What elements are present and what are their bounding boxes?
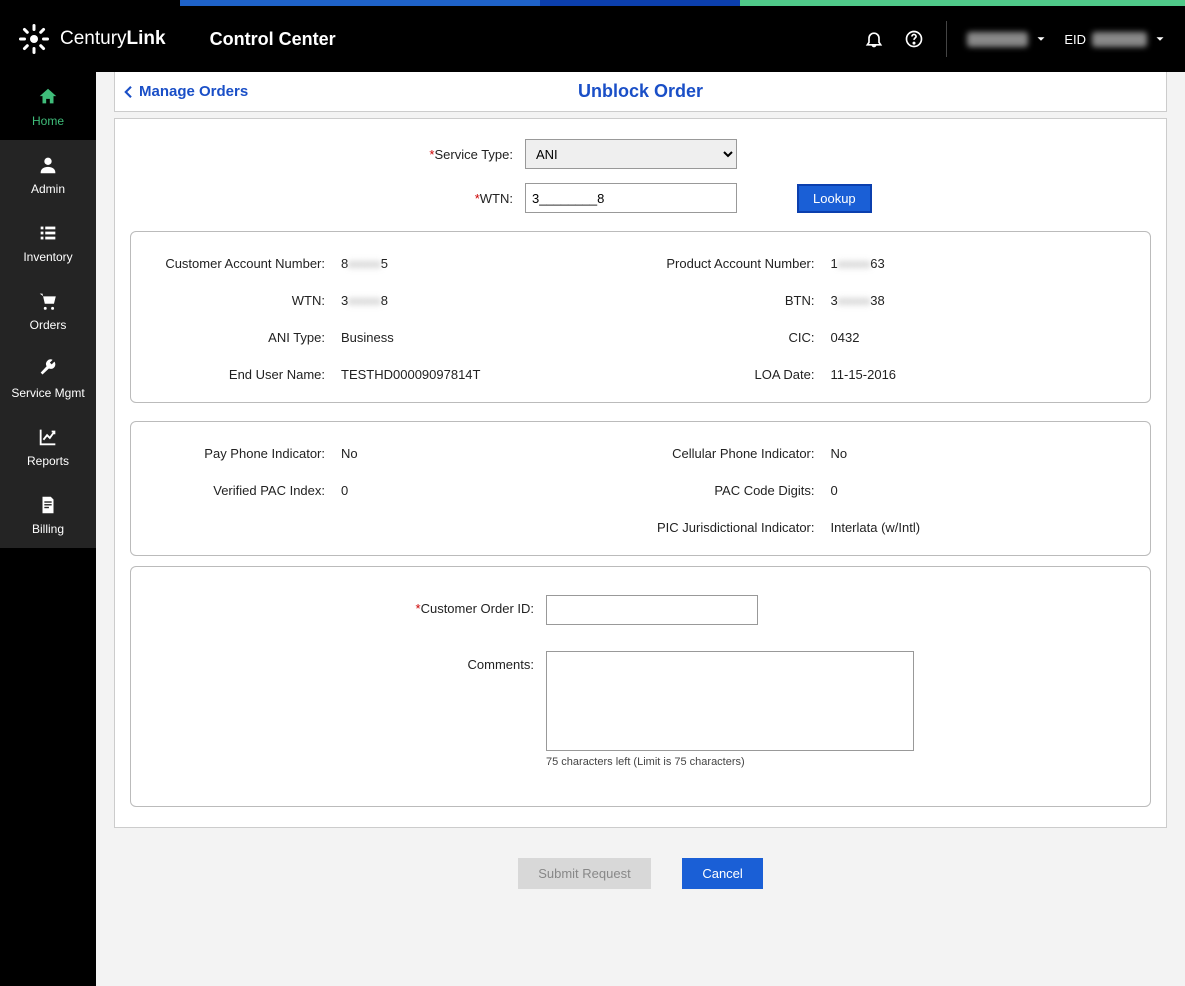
- info-label: Verified PAC Index:: [151, 483, 341, 498]
- sidebar-item-billing[interactable]: Billing: [0, 480, 96, 548]
- info-value: No: [341, 446, 358, 461]
- eid-menu[interactable]: EID xxxxxx: [1064, 32, 1167, 47]
- notifications-button[interactable]: [862, 27, 886, 51]
- centurylink-logo-icon: [18, 23, 50, 55]
- info-value: 0432: [831, 330, 860, 345]
- chevron-down-icon: [1034, 32, 1048, 46]
- comments-textarea[interactable]: [546, 651, 914, 751]
- chevron-down-icon: [1153, 32, 1167, 46]
- sidebar-item-admin[interactable]: Admin: [0, 140, 96, 208]
- info-label: End User Name:: [151, 367, 341, 382]
- chevron-left-icon: [119, 81, 137, 103]
- document-icon: [37, 494, 59, 516]
- user-icon: [37, 154, 59, 176]
- info-value: 0: [341, 483, 348, 498]
- comments-hint: 75 characters left (Limit is 75 characte…: [546, 756, 914, 768]
- info-label: WTN:: [151, 293, 341, 308]
- eid-label: EID: [1064, 32, 1086, 47]
- brand-text-thin: Century: [60, 28, 127, 49]
- service-type-label: *Service Type:: [130, 147, 525, 162]
- sidebar-item-label: Reports: [27, 454, 69, 468]
- page-title: Unblock Order: [115, 81, 1166, 102]
- info-value: Business: [341, 330, 394, 345]
- list-icon: [37, 222, 59, 244]
- sidebar-item-label: Orders: [30, 318, 67, 332]
- chart-icon: [37, 426, 59, 448]
- info-label: PIC Jurisdictional Indicator:: [641, 520, 831, 535]
- info-label: Pay Phone Indicator:: [151, 446, 341, 461]
- sidebar-item-reports[interactable]: Reports: [0, 412, 96, 480]
- brand: CenturyLink: [18, 23, 166, 55]
- wtn-label: *WTN:: [130, 191, 525, 206]
- help-button[interactable]: [902, 27, 926, 51]
- page-header: Manage Orders Unblock Order: [114, 72, 1167, 112]
- info-value: 0: [831, 483, 838, 498]
- sidebar-item-label: Admin: [31, 182, 65, 196]
- sidebar-item-label: Inventory: [23, 250, 72, 264]
- sidebar-item-label: Billing: [32, 522, 64, 536]
- info-value: 3xxxxx8: [341, 293, 388, 308]
- submit-request-button: Submit Request: [518, 858, 651, 889]
- info-label: Product Account Number:: [641, 256, 831, 271]
- customer-order-id-input[interactable]: [546, 595, 758, 625]
- info-label: LOA Date:: [641, 367, 831, 382]
- service-type-select[interactable]: ANI: [525, 139, 737, 169]
- customer-order-id-label: *Customer Order ID:: [151, 595, 546, 625]
- info-label: Customer Account Number:: [151, 256, 341, 271]
- info-value: Interlata (w/Intl): [831, 520, 921, 535]
- main-panel: *Service Type: ANI *WTN: Lookup Customer…: [114, 118, 1167, 828]
- info-label: BTN:: [641, 293, 831, 308]
- indicator-info-box: Pay Phone Indicator:No Verified PAC Inde…: [130, 421, 1151, 556]
- sidebar-item-home[interactable]: Home: [0, 72, 96, 140]
- lookup-button[interactable]: Lookup: [797, 184, 872, 213]
- info-value: 3xxxxx38: [831, 293, 885, 308]
- wrench-icon: [37, 358, 59, 380]
- back-link[interactable]: Manage Orders: [115, 81, 248, 103]
- app-title: Control Center: [210, 29, 336, 50]
- info-value: 8xxxxx5: [341, 256, 388, 271]
- wtn-input[interactable]: [525, 183, 737, 213]
- topbar: CenturyLink Control Center xxxxxxx EID x…: [0, 6, 1185, 72]
- username-blurred: xxxxxxx: [967, 32, 1029, 47]
- eid-blurred: xxxxxx: [1092, 32, 1147, 47]
- home-icon: [37, 86, 59, 108]
- sidebar: Home Admin Inventory Orders Service Mgmt…: [0, 72, 96, 986]
- sidebar-item-service-mgmt[interactable]: Service Mgmt: [0, 344, 96, 412]
- top-stripe: [0, 0, 1185, 6]
- info-label: Cellular Phone Indicator:: [641, 446, 831, 461]
- info-value: No: [831, 446, 848, 461]
- info-label: CIC:: [641, 330, 831, 345]
- sidebar-item-orders[interactable]: Orders: [0, 276, 96, 344]
- account-info-box: Customer Account Number:8xxxxx5 WTN:3xxx…: [130, 231, 1151, 403]
- entry-box: *Customer Order ID: Comments: 75 charact…: [130, 566, 1151, 807]
- content-area: Manage Orders Unblock Order *Service Typ…: [96, 72, 1185, 986]
- info-label: PAC Code Digits:: [641, 483, 831, 498]
- topbar-divider: [946, 21, 947, 57]
- action-bar: Submit Request Cancel: [114, 858, 1167, 889]
- sidebar-item-label: Home: [32, 114, 64, 128]
- sidebar-item-label: Service Mgmt: [11, 386, 84, 400]
- info-value: 1xxxxx63: [831, 256, 885, 271]
- info-value: 11-15-2016: [831, 367, 897, 382]
- cancel-button[interactable]: Cancel: [682, 858, 762, 889]
- help-icon: [904, 29, 924, 49]
- comments-label: Comments:: [151, 651, 546, 768]
- info-value: TESTHD00009097814T: [341, 367, 480, 382]
- back-link-label: Manage Orders: [139, 83, 248, 100]
- user-menu[interactable]: xxxxxxx: [967, 32, 1049, 47]
- sidebar-item-inventory[interactable]: Inventory: [0, 208, 96, 276]
- info-label: ANI Type:: [151, 330, 341, 345]
- brand-text-bold: Link: [127, 28, 166, 49]
- cart-icon: [37, 290, 59, 312]
- bell-icon: [864, 29, 884, 49]
